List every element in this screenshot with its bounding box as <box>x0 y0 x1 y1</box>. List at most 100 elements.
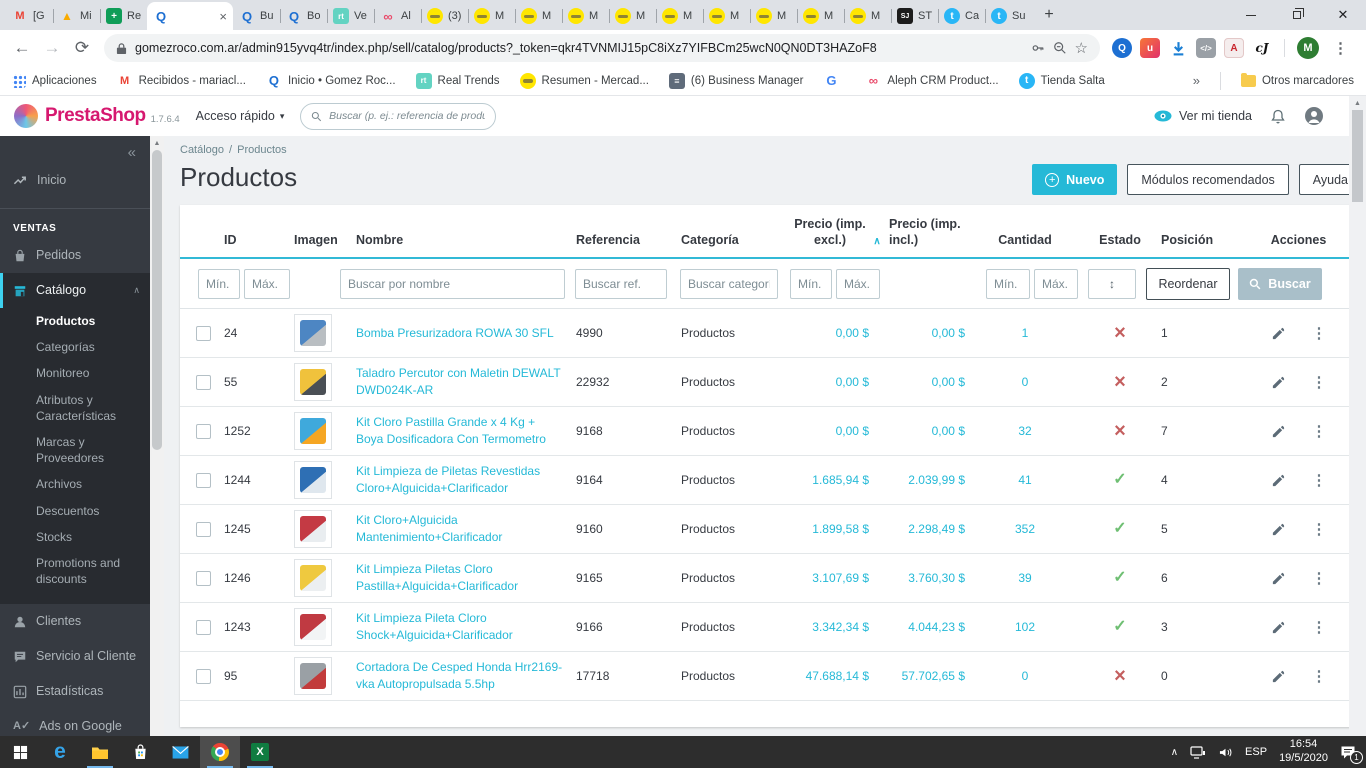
sidebar-scrollbar[interactable]: ▲ <box>150 136 164 736</box>
product-row[interactable]: 1245 Kit Cloro+Alguicida Mantenimiento+C… <box>180 505 1362 555</box>
product-price-excl[interactable]: 0,00 $ <box>791 326 869 340</box>
extension-q-icon[interactable]: Q <box>1112 38 1132 58</box>
sidebar-item-ads[interactable]: A✓ Ads on Google <box>0 709 150 736</box>
browser-tab[interactable]: Ca × <box>938 2 985 30</box>
product-quantity[interactable]: 0 <box>965 375 1085 389</box>
product-quantity[interactable]: 352 <box>965 522 1085 536</box>
bookmark-star-icon[interactable]: ☆ <box>1075 39 1088 57</box>
column-header-category[interactable]: Categoría <box>681 233 791 249</box>
status-toggle-icon[interactable] <box>1114 328 1126 342</box>
product-quantity[interactable]: 39 <box>965 571 1085 585</box>
submenu-item[interactable]: Promotions and discounts <box>0 550 150 592</box>
taskbar-file-explorer[interactable] <box>80 736 120 768</box>
row-checkbox[interactable] <box>196 619 211 635</box>
extension-pdf-icon[interactable]: A <box>1224 38 1244 58</box>
status-toggle-icon[interactable] <box>1113 473 1126 487</box>
row-checkbox[interactable] <box>196 570 211 586</box>
browser-tab[interactable]: M × <box>609 2 656 30</box>
edit-pencil-icon[interactable] <box>1271 571 1286 586</box>
column-header-id[interactable]: ID <box>224 233 294 249</box>
filter-qty-max-input[interactable] <box>1034 269 1078 300</box>
product-price-incl[interactable]: 0,00 $ <box>885 326 965 340</box>
row-menu-kebab-icon[interactable]: ⋮ <box>1312 569 1327 587</box>
product-row[interactable]: 1246 Kit Limpieza Piletas Cloro Pastilla… <box>180 554 1362 604</box>
product-name-link[interactable]: Kit Limpieza Piletas Cloro Pastilla+Algu… <box>356 561 564 596</box>
product-price-excl[interactable]: 1.685,94 $ <box>791 473 869 487</box>
product-row[interactable]: 1243 Kit Limpieza Pileta Cloro Shock+Alg… <box>180 603 1362 653</box>
column-header-status[interactable]: Estado <box>1085 233 1155 249</box>
page-scrollbar[interactable]: ▲ <box>1349 96 1366 736</box>
taskbar-clock[interactable]: 16:54 19/5/2020 <box>1279 738 1328 766</box>
tab-close-icon[interactable]: × <box>219 9 227 24</box>
status-toggle-icon[interactable] <box>1114 671 1126 685</box>
product-price-excl[interactable]: 1.899,58 $ <box>791 522 869 536</box>
product-price-incl[interactable]: 3.760,30 $ <box>885 571 965 585</box>
status-toggle-icon[interactable] <box>1114 426 1126 440</box>
column-header-reference[interactable]: Referencia <box>576 233 681 249</box>
browser-tab[interactable]: Bu × <box>233 2 280 30</box>
status-toggle-icon[interactable] <box>1113 522 1126 536</box>
filter-id-min-input[interactable] <box>198 269 240 300</box>
row-menu-kebab-icon[interactable]: ⋮ <box>1312 520 1327 538</box>
product-row[interactable]: 24 Bomba Presurizadora ROWA 30 SFL 4990 … <box>180 309 1362 359</box>
product-quantity[interactable]: 32 <box>965 424 1085 438</box>
product-quantity[interactable]: 0 <box>965 669 1085 683</box>
extension-orange-icon[interactable]: u <box>1140 38 1160 58</box>
product-row[interactable]: 1252 Kit Cloro Pastilla Grande x 4 Kg + … <box>180 407 1362 457</box>
product-price-excl[interactable]: 47.688,14 $ <box>791 669 869 683</box>
bookmark-item[interactable] <box>823 73 845 89</box>
column-header-price-incl[interactable]: Precio (imp. incl.) <box>885 217 965 248</box>
product-name-link[interactable]: Cortadora De Cesped Honda Hrr2169-vka Au… <box>356 659 564 694</box>
product-price-incl[interactable]: 0,00 $ <box>885 375 965 389</box>
scroll-up-arrow-icon[interactable]: ▲ <box>1354 96 1361 107</box>
admin-search-bar[interactable]: Buscar (p. ej.: referencia de producto, … <box>300 102 497 130</box>
submenu-item[interactable]: Descuentos <box>0 498 150 524</box>
product-name-link[interactable]: Kit Limpieza de Piletas Revestidas Cloro… <box>356 463 564 498</box>
chrome-profile-avatar[interactable]: M <box>1297 37 1319 59</box>
browser-tab[interactable]: Ve × <box>327 2 374 30</box>
column-header-position[interactable]: Posición <box>1155 233 1235 249</box>
row-menu-kebab-icon[interactable]: ⋮ <box>1312 667 1327 685</box>
browser-tab[interactable]: M × <box>515 2 562 30</box>
window-restore-button[interactable] <box>1274 0 1320 30</box>
scroll-up-arrow-icon[interactable]: ▲ <box>154 136 161 147</box>
taskbar-edge[interactable]: e <box>40 736 80 768</box>
sidebar-item-inicio[interactable]: Inicio <box>0 163 150 198</box>
product-name-link[interactable]: Kit Limpieza Pileta Cloro Shock+Alguicid… <box>356 610 564 645</box>
row-menu-kebab-icon[interactable]: ⋮ <box>1312 471 1327 489</box>
product-price-excl[interactable]: 0,00 $ <box>791 424 869 438</box>
row-checkbox[interactable] <box>196 325 211 341</box>
taskbar-store[interactable] <box>120 736 160 768</box>
browser-tab[interactable]: Re × <box>100 2 147 30</box>
row-menu-kebab-icon[interactable]: ⋮ <box>1312 618 1327 636</box>
product-price-incl[interactable]: 57.702,65 $ <box>885 669 965 683</box>
product-price-incl[interactable]: 4.044,23 $ <box>885 620 965 634</box>
bookmark-item[interactable]: Inicio • Gomez Roc... <box>266 73 396 89</box>
product-name-link[interactable]: Bomba Presurizadora ROWA 30 SFL <box>356 325 564 342</box>
browser-tab[interactable]: M × <box>468 2 515 30</box>
filter-name-input[interactable] <box>340 269 565 300</box>
language-indicator[interactable]: ESP <box>1245 746 1267 758</box>
browser-tab[interactable]: M × <box>562 2 609 30</box>
product-thumbnail[interactable] <box>294 510 332 549</box>
taskbar-excel[interactable]: X <box>240 736 280 768</box>
edit-pencil-icon[interactable] <box>1271 620 1286 635</box>
edit-pencil-icon[interactable] <box>1271 473 1286 488</box>
notifications-bell-icon[interactable] <box>1270 108 1286 125</box>
browser-tab[interactable]: ST × <box>891 2 938 30</box>
filter-reference-input[interactable] <box>575 269 667 300</box>
bookmarks-overflow-chevron[interactable]: » <box>1193 73 1200 88</box>
new-tab-button[interactable]: + <box>1036 3 1062 27</box>
zoom-out-icon[interactable] <box>1053 41 1067 55</box>
row-menu-kebab-icon[interactable]: ⋮ <box>1312 422 1327 440</box>
filter-price-max-input[interactable] <box>836 269 880 300</box>
tray-expand-chevron[interactable]: ∧ <box>1171 747 1178 758</box>
recommended-modules-button[interactable]: Módulos recomendados <box>1127 164 1289 195</box>
browser-tab[interactable]: M × <box>750 2 797 30</box>
network-icon[interactable] <box>1190 745 1206 759</box>
sort-asc-icon[interactable]: ∧ <box>873 236 880 247</box>
browser-tab[interactable]: (3) × <box>421 2 468 30</box>
product-thumbnail[interactable] <box>294 657 332 696</box>
prestashop-logo[interactable]: PrestaShop 1.7.6.4 <box>14 104 180 128</box>
product-price-incl[interactable]: 2.298,49 $ <box>885 522 965 536</box>
